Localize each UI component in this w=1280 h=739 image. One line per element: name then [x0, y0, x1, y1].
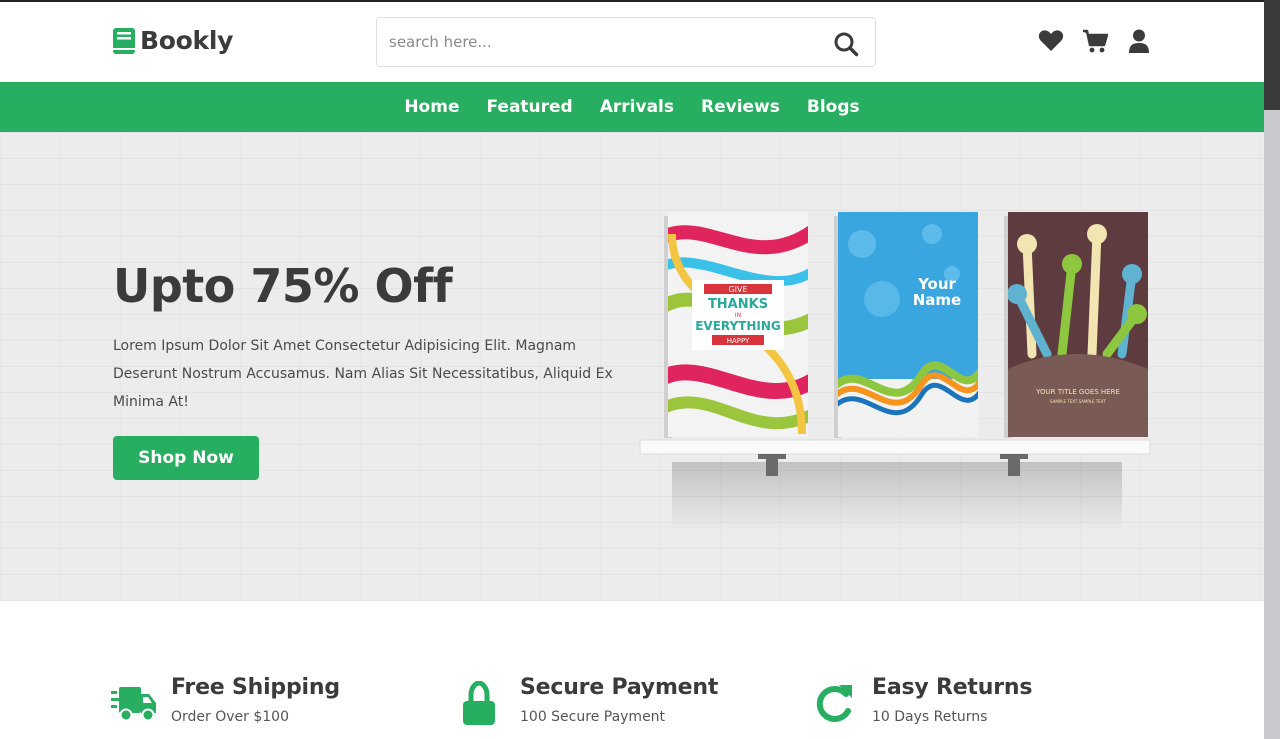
- site-header: Bookly: [0, 0, 1264, 82]
- nav-reviews[interactable]: Reviews: [701, 97, 780, 117]
- book-shelf-illustration: GIVE THANKS IN EVERYTHING HAPPY Your Nam…: [639, 212, 1151, 532]
- search-icon[interactable]: [833, 31, 859, 57]
- shop-now-button[interactable]: Shop Now: [113, 436, 259, 480]
- feature-secure-payment: Secure Payment 100 Secure Payment: [460, 673, 718, 727]
- hero-title: Upto 75% Off: [113, 259, 453, 313]
- cart-icon[interactable]: [1082, 28, 1109, 54]
- feature-subtitle: 10 Days Returns: [872, 709, 988, 725]
- book-icon: [113, 27, 135, 54]
- book3-title: YOUR TITLE GOES HERE: [1035, 388, 1120, 396]
- header-icons: [1038, 28, 1152, 54]
- window-top-edge: [0, 0, 1264, 2]
- brand-logo[interactable]: Bookly: [113, 26, 233, 55]
- book-cover-your-name: Your Name: [834, 212, 978, 438]
- book3-subtitle: SAMPLE TEXT SAMPLE TEXT: [1050, 399, 1106, 404]
- book1-line1: THANKS: [708, 297, 768, 312]
- hero-section: Upto 75% Off Lorem Ipsum Dolor Sit Amet …: [0, 132, 1264, 601]
- feature-title: Free Shipping: [171, 675, 340, 700]
- main-nav: Home Featured Arrivals Reviews Blogs: [0, 82, 1264, 132]
- user-icon[interactable]: [1126, 28, 1152, 54]
- feature-subtitle: 100 Secure Payment: [520, 709, 666, 725]
- hero-description: Lorem Ipsum Dolor Sit Amet Consectetur A…: [113, 338, 613, 410]
- lock-icon: [463, 681, 495, 725]
- book-cover-hands: YOUR TITLE GOES HERE SAMPLE TEXT SAMPLE …: [1004, 212, 1148, 438]
- feature-easy-returns: Easy Returns 10 Days Returns: [812, 673, 1032, 727]
- feature-title: Easy Returns: [872, 675, 1033, 700]
- redo-icon: [816, 685, 852, 722]
- search-box: [376, 17, 876, 67]
- book-cover-thanks: GIVE THANKS IN EVERYTHING HAPPY: [664, 212, 808, 438]
- book1-line2: EVERYTHING: [695, 319, 781, 333]
- shelf-board: [639, 439, 1151, 455]
- nav-home[interactable]: Home: [404, 97, 459, 117]
- nav-arrivals[interactable]: Arrivals: [600, 97, 674, 117]
- features-section: Free Shipping Order Over $100 Secure Pay…: [0, 601, 1264, 739]
- heart-icon[interactable]: [1038, 28, 1064, 54]
- nav-blogs[interactable]: Blogs: [807, 97, 860, 117]
- feature-free-shipping: Free Shipping Order Over $100: [111, 673, 340, 727]
- book1-mid-text: IN: [735, 312, 741, 319]
- brand-name: Bookly: [140, 26, 234, 55]
- scrollbar-thumb[interactable]: [1264, 0, 1280, 110]
- nav-featured[interactable]: Featured: [486, 97, 572, 117]
- truck-icon: [111, 687, 156, 722]
- book1-bottom-text: HAPPY: [727, 337, 750, 345]
- search-input[interactable]: [377, 18, 817, 66]
- book2-line2: Name: [913, 291, 961, 309]
- page-scrollbar[interactable]: [1264, 0, 1280, 739]
- feature-title: Secure Payment: [520, 675, 719, 700]
- book1-top-text: GIVE: [728, 285, 747, 294]
- feature-subtitle: Order Over $100: [171, 709, 289, 725]
